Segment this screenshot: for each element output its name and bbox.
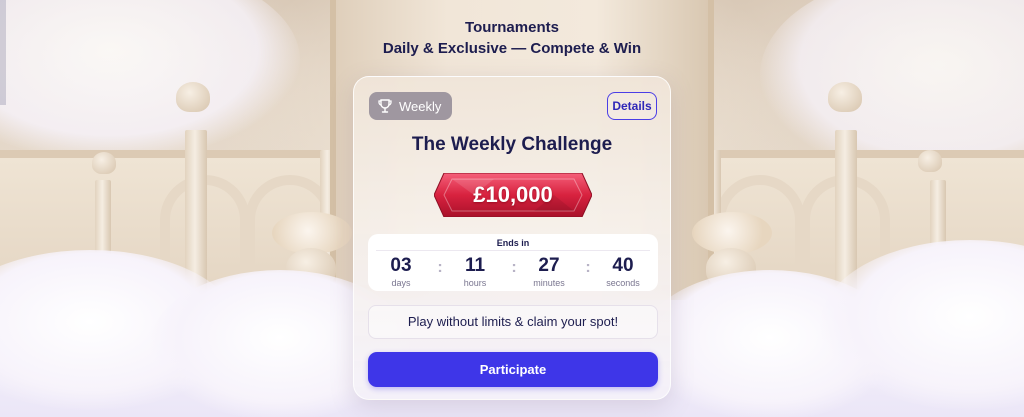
prize-gem: £10,000 xyxy=(434,173,592,217)
countdown-label: minutes xyxy=(533,278,565,288)
prize-amount: £10,000 xyxy=(473,182,553,207)
participate-button[interactable]: Participate xyxy=(368,352,658,387)
page-title: Tournaments xyxy=(465,19,559,36)
countdown-separator: : xyxy=(511,259,517,276)
urn xyxy=(92,152,116,174)
countdown-value: 27 xyxy=(538,255,560,276)
urn xyxy=(828,82,862,112)
tournament-title: The Weekly Challenge xyxy=(411,134,613,155)
weekly-badge: Weekly xyxy=(369,92,453,120)
divider xyxy=(376,250,650,251)
countdown-seconds: 40 seconds xyxy=(593,254,653,289)
urn xyxy=(176,82,210,112)
urn xyxy=(918,150,942,172)
countdown-label: hours xyxy=(463,278,487,288)
badge-label: Weekly xyxy=(399,98,442,114)
page-header: Tournaments Daily & Exclusive — Compete … xyxy=(0,18,1024,60)
countdown-separator: : xyxy=(437,259,443,276)
countdown-hours: 11 hours xyxy=(445,254,505,289)
promo-text: Play without limits & claim your spot! xyxy=(368,305,658,339)
countdown-value: 40 xyxy=(612,255,634,276)
countdown-heading: Ends in xyxy=(496,238,530,248)
countdown-value: 11 xyxy=(464,255,486,276)
details-button[interactable]: Details xyxy=(607,92,657,120)
countdown-days: 03 days xyxy=(371,254,431,289)
countdown-value: 03 xyxy=(390,255,412,276)
countdown-separator: : xyxy=(585,259,591,276)
trophy-icon xyxy=(377,98,393,114)
tournament-card: Weekly Details The Weekly Challenge £10,… xyxy=(353,76,671,400)
countdown-timer: Ends in 03 days : 11 hours : 27 minutes … xyxy=(368,234,658,291)
countdown-minutes: 27 minutes xyxy=(519,254,579,289)
page-subtitle: Daily & Exclusive — Compete & Win xyxy=(382,40,642,57)
countdown-label: days xyxy=(391,278,411,288)
countdown-label: seconds xyxy=(606,278,640,288)
